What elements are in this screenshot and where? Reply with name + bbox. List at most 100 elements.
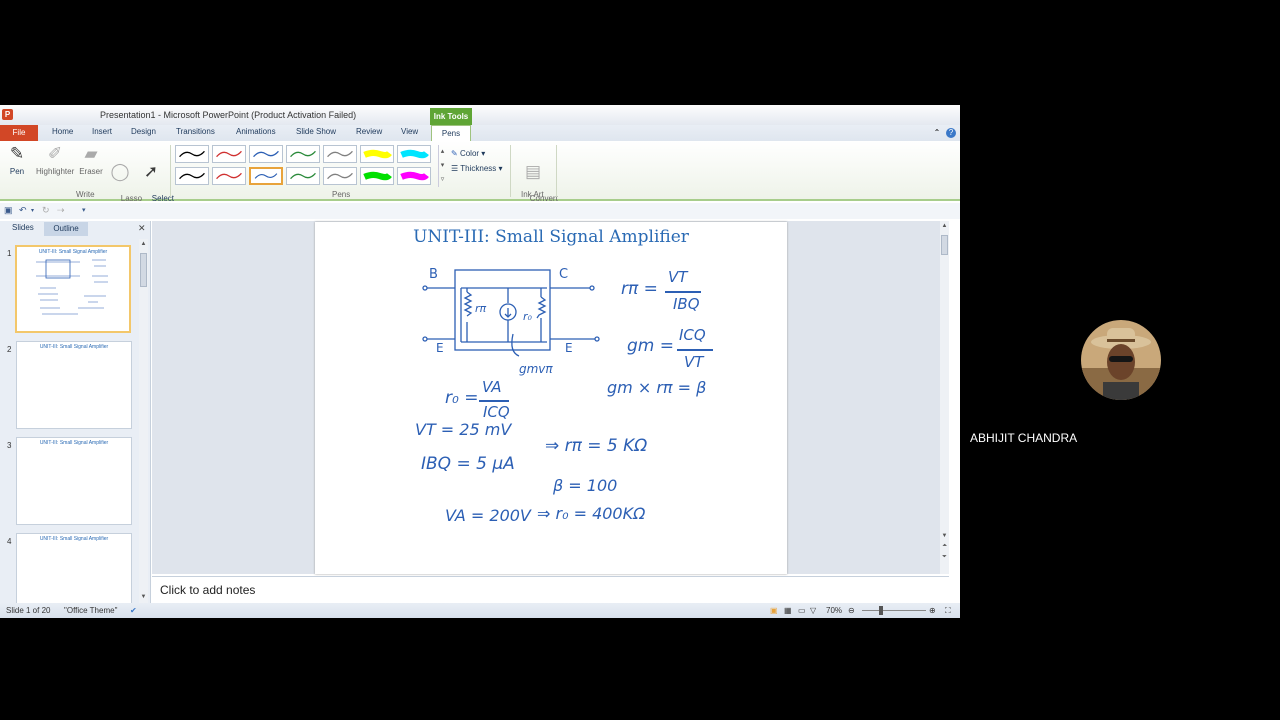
slide-thumbnail-2[interactable]: UNIT-III: Small Signal Amplifier (16, 341, 132, 429)
help-controls: ⌃ ? (932, 128, 956, 138)
ibq-value: IBQ = 5 μA (421, 454, 515, 474)
fraction-bar (677, 349, 713, 351)
gallery-scroll[interactable]: ▴ ▾ ▿ (438, 145, 446, 187)
slide-show-icon[interactable]: ▽ (810, 606, 816, 615)
thickness-dropdown[interactable]: ☰ Thickness ▾ (451, 164, 503, 173)
pen-style-swatch[interactable] (212, 167, 246, 185)
slide-number: 4 (7, 537, 12, 546)
beta-value: β = 100 (553, 476, 618, 495)
tab-pens[interactable]: Pens (431, 125, 471, 142)
tab-view[interactable]: View (401, 127, 418, 136)
slide-thumbnail-3[interactable]: UNIT-III: Small Signal Amplifier (16, 437, 132, 525)
tab-outline[interactable]: Outline (44, 222, 88, 236)
save-icon[interactable]: ▣ (4, 205, 13, 216)
pen-style-swatch[interactable] (249, 167, 283, 185)
tab-design[interactable]: Design (131, 127, 156, 136)
undo-dropdown-icon[interactable]: ▾ (31, 207, 34, 214)
slide-sorter-icon[interactable]: ▦ (784, 606, 792, 615)
help-icon[interactable]: ? (946, 128, 956, 138)
screen: P Presentation1 - Microsoft PowerPoint (… (0, 0, 1280, 720)
thumbnail-title: UNIT-III: Small Signal Amplifier (39, 344, 109, 350)
zoom-level[interactable]: 70% (826, 606, 842, 615)
highlighter-label: Highlighter (36, 167, 75, 176)
theme-name[interactable]: "Office Theme" (64, 606, 117, 615)
tab-file[interactable]: File (0, 125, 38, 141)
scroll-up-icon[interactable]: ▲ (940, 223, 949, 229)
rpi-result: ⇒ rπ = 5 KΩ (545, 436, 648, 456)
slides-pane-scrollbar[interactable]: ▲ ▼ (139, 239, 148, 603)
tab-slide-show[interactable]: Slide Show (296, 127, 336, 136)
pen-style-swatch[interactable] (249, 145, 283, 163)
reading-view-icon[interactable]: ▭ (798, 606, 806, 615)
highlighter-swatch[interactable] (397, 167, 431, 185)
zoom-in-icon[interactable]: ⊕ (929, 606, 936, 615)
slide-scrollbar[interactable]: ▲ ▼ ⏶ ⏷ (940, 221, 949, 574)
close-pane-icon[interactable]: ✕ (138, 223, 146, 234)
scroll-down-icon[interactable]: ▼ (139, 594, 148, 600)
group-separator (510, 145, 511, 197)
tab-insert[interactable]: Insert (92, 127, 112, 136)
ribbon-tab-bar: File Home Insert Design Transitions Anim… (0, 125, 960, 142)
notes-placeholder[interactable]: Click to add notes (160, 583, 255, 597)
repeat-icon[interactable]: ⇢ (57, 205, 65, 216)
zoom-slider-track[interactable] (862, 610, 926, 611)
spell-check-icon[interactable]: ✔ (130, 606, 137, 615)
ro-numerator: VA (482, 378, 502, 396)
scroll-down-icon[interactable]: ▼ (940, 533, 949, 539)
fraction-bar (479, 400, 509, 402)
pen-style-swatch[interactable] (323, 167, 357, 185)
window-title: Presentation1 - Microsoft PowerPoint (Pr… (100, 110, 357, 120)
highlighter-swatch[interactable] (360, 167, 394, 185)
tab-animations[interactable]: Animations (236, 127, 276, 136)
tab-transitions[interactable]: Transitions (176, 127, 215, 136)
ink-art-group-label: Ink Art (521, 190, 544, 199)
thickness-label: Thickness (460, 164, 497, 173)
zoom-slider-thumb[interactable] (879, 606, 883, 615)
scroll-up-icon[interactable]: ▲ (139, 241, 148, 247)
highlighter-swatch[interactable] (360, 145, 394, 163)
previous-slide-icon[interactable]: ⏶ (940, 543, 949, 550)
undo-icon[interactable]: ↶ (19, 205, 27, 216)
notes-pane[interactable]: Click to add notes (152, 576, 949, 602)
eraser-icon: ▰ (84, 144, 98, 163)
minimize-ribbon-icon[interactable]: ⌃ (932, 128, 942, 138)
r-pi-equation-lhs: rπ = (621, 279, 658, 299)
current-slide[interactable]: UNIT-III: Small Signal Amplifier B C E E… (315, 222, 787, 574)
powerpoint-app-icon[interactable]: P (2, 109, 13, 120)
normal-view-icon[interactable]: ▣ (770, 606, 778, 615)
pen-style-swatch[interactable] (212, 145, 246, 163)
slide-thumbnail-1[interactable]: UNIT-III: Small Signal Amplifier (15, 245, 131, 333)
scroll-thumb[interactable] (140, 253, 147, 287)
scroll-thumb[interactable] (941, 235, 948, 255)
pens-group-label: Pens (332, 190, 351, 199)
pen-button[interactable]: ✎ Pen (0, 144, 34, 176)
highlighter-swatch[interactable] (397, 145, 431, 163)
highlighter-icon: ✐ (47, 144, 63, 163)
group-separator (556, 145, 557, 197)
customize-toolbar-icon[interactable]: ▾ (82, 206, 86, 214)
gm-rpi-product-equation: gm × rπ = β (607, 378, 707, 397)
thumbnail-title: UNIT-III: Small Signal Amplifier (39, 536, 109, 542)
pen-style-swatch[interactable] (175, 167, 209, 185)
tab-home[interactable]: Home (52, 127, 73, 136)
pen-style-swatch[interactable] (286, 145, 320, 163)
fit-slide-icon[interactable]: ⛶ (945, 606, 951, 616)
pens-gallery (175, 145, 437, 187)
color-dropdown[interactable]: ✎ Color ▾ (451, 149, 485, 158)
ro-denominator: ICQ (483, 403, 510, 421)
participant-avatar (1081, 320, 1161, 400)
tab-review[interactable]: Review (356, 127, 382, 136)
vt-value: VT = 25 mV (415, 420, 512, 439)
pen-style-swatch[interactable] (286, 167, 320, 185)
zoom-out-icon[interactable]: ⊖ (848, 606, 855, 615)
next-slide-icon[interactable]: ⏷ (940, 554, 949, 561)
pen-style-swatch[interactable] (175, 145, 209, 163)
ribbon-pens: ✎ Pen ✐ Highlighter ▰ Eraser ◯ Lasso Sel… (0, 141, 960, 212)
lasso-icon: ◯ (110, 162, 130, 181)
pen-style-swatch[interactable] (323, 145, 357, 163)
tab-slides[interactable]: Slides (12, 223, 34, 232)
highlighter-button[interactable]: ✐ Highlighter (36, 144, 74, 176)
pen-icon: ✎ (9, 144, 25, 163)
gm-denominator: VT (684, 353, 704, 371)
redo-icon[interactable]: ↻ (42, 205, 50, 216)
